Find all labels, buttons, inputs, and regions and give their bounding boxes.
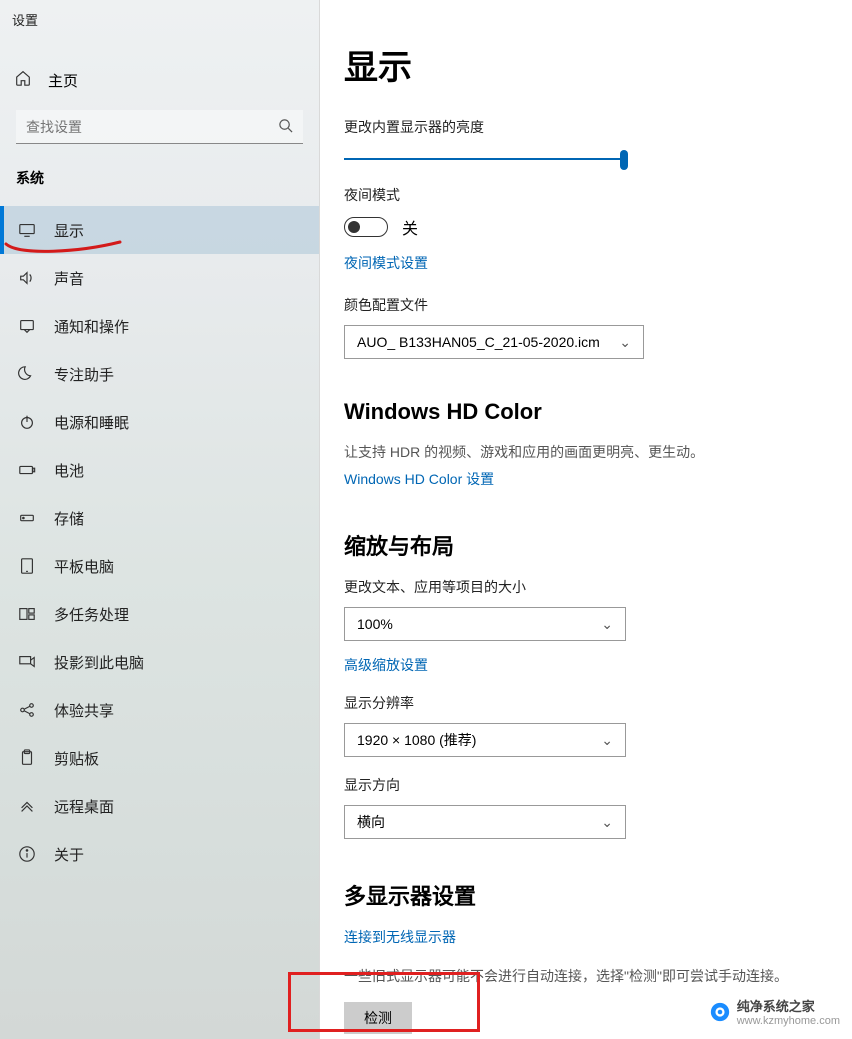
search-icon bbox=[278, 118, 293, 138]
sidebar-item-notify[interactable]: 通知和操作 bbox=[0, 302, 319, 350]
hd-color-link[interactable]: Windows HD Color 设置 bbox=[344, 469, 494, 489]
moon-icon bbox=[18, 365, 36, 383]
home-label: 主页 bbox=[48, 70, 78, 91]
power-icon bbox=[18, 413, 36, 431]
orientation-value: 横向 bbox=[357, 812, 385, 832]
battery-icon bbox=[18, 461, 36, 479]
nav-label: 电源和睡眠 bbox=[54, 412, 129, 433]
orientation-select[interactable]: 横向 ⌄ bbox=[344, 805, 626, 839]
sidebar-item-remote[interactable]: 远程桌面 bbox=[0, 782, 319, 830]
chevron-down-icon: ⌄ bbox=[619, 334, 631, 351]
sidebar-item-display[interactable]: 显示 bbox=[0, 206, 319, 254]
tablet-icon bbox=[18, 557, 36, 575]
nav-label: 多任务处理 bbox=[54, 604, 129, 625]
scale-value: 100% bbox=[357, 616, 393, 632]
nav-label: 通知和操作 bbox=[54, 316, 129, 337]
color-profile-value: AUO_ B133HAN05_C_21-05-2020.icm bbox=[357, 334, 600, 350]
sidebar-item-project[interactable]: 投影到此电脑 bbox=[0, 638, 319, 686]
slider-thumb[interactable] bbox=[620, 150, 628, 170]
sidebar-item-about[interactable]: 关于 bbox=[0, 830, 319, 878]
advanced-scale-link[interactable]: 高级缩放设置 bbox=[344, 655, 428, 675]
notify-icon bbox=[18, 317, 36, 335]
sidebar-section: 系统 bbox=[0, 144, 319, 196]
nav-list: 显示 声音 通知和操作 专注助手 电源和睡眠 电池 bbox=[0, 206, 319, 878]
home-icon bbox=[14, 69, 32, 92]
multi-display-desc: 一些旧式显示器可能不会进行自动连接，选择"检测"即可尝试手动连接。 bbox=[344, 965, 822, 987]
sidebar-item-share[interactable]: 体验共享 bbox=[0, 686, 319, 734]
hd-color-desc: 让支持 HDR 的视频、游戏和应用的画面更明亮、更生动。 bbox=[344, 441, 822, 463]
watermark-title: 纯净系统之家 bbox=[737, 996, 840, 1015]
resolution-select[interactable]: 1920 × 1080 (推荐) ⌄ bbox=[344, 723, 626, 757]
sidebar-item-clipboard[interactable]: 剪贴板 bbox=[0, 734, 319, 782]
page-title: 显示 bbox=[344, 40, 822, 89]
scale-label: 更改文本、应用等项目的大小 bbox=[344, 577, 822, 597]
resolution-label: 显示分辨率 bbox=[344, 693, 822, 713]
sidebar-item-power[interactable]: 电源和睡眠 bbox=[0, 398, 319, 446]
hd-color-title: Windows HD Color bbox=[344, 399, 822, 425]
search-input[interactable] bbox=[16, 110, 303, 144]
chevron-down-icon: ⌄ bbox=[601, 732, 613, 749]
nav-label: 平板电脑 bbox=[54, 556, 114, 577]
brightness-slider[interactable] bbox=[344, 147, 628, 171]
detect-button[interactable]: 检测 bbox=[344, 1002, 412, 1034]
nav-label: 专注助手 bbox=[54, 364, 114, 385]
night-mode-settings-link[interactable]: 夜间模式设置 bbox=[344, 253, 428, 273]
nav-label: 关于 bbox=[54, 844, 84, 865]
scale-select[interactable]: 100% ⌄ bbox=[344, 607, 626, 641]
remote-icon bbox=[18, 797, 36, 815]
watermark: 纯净系统之家 www.kzmyhome.com bbox=[709, 996, 840, 1027]
sidebar-item-multitask[interactable]: 多任务处理 bbox=[0, 590, 319, 638]
nav-label: 存储 bbox=[54, 508, 84, 529]
sidebar-item-sound[interactable]: 声音 bbox=[0, 254, 319, 302]
color-profile-select[interactable]: AUO_ B133HAN05_C_21-05-2020.icm ⌄ bbox=[344, 325, 644, 359]
wireless-display-link[interactable]: 连接到无线显示器 bbox=[344, 927, 456, 947]
sidebar-item-storage[interactable]: 存储 bbox=[0, 494, 319, 542]
toggle-knob bbox=[348, 221, 360, 233]
project-icon bbox=[18, 653, 36, 671]
watermark-logo-icon bbox=[709, 1001, 731, 1023]
nav-label: 远程桌面 bbox=[54, 796, 114, 817]
multitask-icon bbox=[18, 605, 36, 623]
nav-label: 显示 bbox=[54, 220, 84, 241]
chevron-down-icon: ⌄ bbox=[601, 814, 613, 831]
sidebar: 设置 主页 系统 显示 声音 通知和操作 bbox=[0, 0, 320, 1039]
sound-icon bbox=[18, 269, 36, 287]
orientation-label: 显示方向 bbox=[344, 775, 822, 795]
nav-label: 体验共享 bbox=[54, 700, 114, 721]
nav-label: 声音 bbox=[54, 268, 84, 289]
nav-label: 电池 bbox=[54, 460, 84, 481]
sidebar-item-battery[interactable]: 电池 bbox=[0, 446, 319, 494]
storage-icon bbox=[18, 509, 36, 527]
multi-display-title: 多显示器设置 bbox=[344, 879, 822, 911]
share-icon bbox=[18, 701, 36, 719]
scale-title: 缩放与布局 bbox=[344, 529, 822, 561]
color-profile-label: 颜色配置文件 bbox=[344, 295, 822, 315]
clipboard-icon bbox=[18, 749, 36, 767]
night-mode-toggle[interactable] bbox=[344, 217, 388, 237]
nav-label: 剪贴板 bbox=[54, 748, 99, 769]
slider-track bbox=[344, 158, 628, 160]
night-mode-state: 关 bbox=[402, 215, 418, 239]
window-title: 设置 bbox=[0, 0, 319, 29]
info-icon bbox=[18, 845, 36, 863]
resolution-value: 1920 × 1080 (推荐) bbox=[357, 730, 476, 750]
display-icon bbox=[18, 221, 36, 239]
brightness-label: 更改内置显示器的亮度 bbox=[344, 117, 822, 137]
main-content: 显示 更改内置显示器的亮度 夜间模式 关 夜间模式设置 颜色配置文件 AUO_ … bbox=[320, 0, 852, 1039]
sidebar-item-tablet[interactable]: 平板电脑 bbox=[0, 542, 319, 590]
sidebar-home[interactable]: 主页 bbox=[0, 51, 319, 110]
watermark-url: www.kzmyhome.com bbox=[737, 1015, 840, 1027]
sidebar-item-focus[interactable]: 专注助手 bbox=[0, 350, 319, 398]
chevron-down-icon: ⌄ bbox=[601, 616, 613, 633]
night-mode-label: 夜间模式 bbox=[344, 185, 822, 205]
nav-label: 投影到此电脑 bbox=[54, 652, 144, 673]
